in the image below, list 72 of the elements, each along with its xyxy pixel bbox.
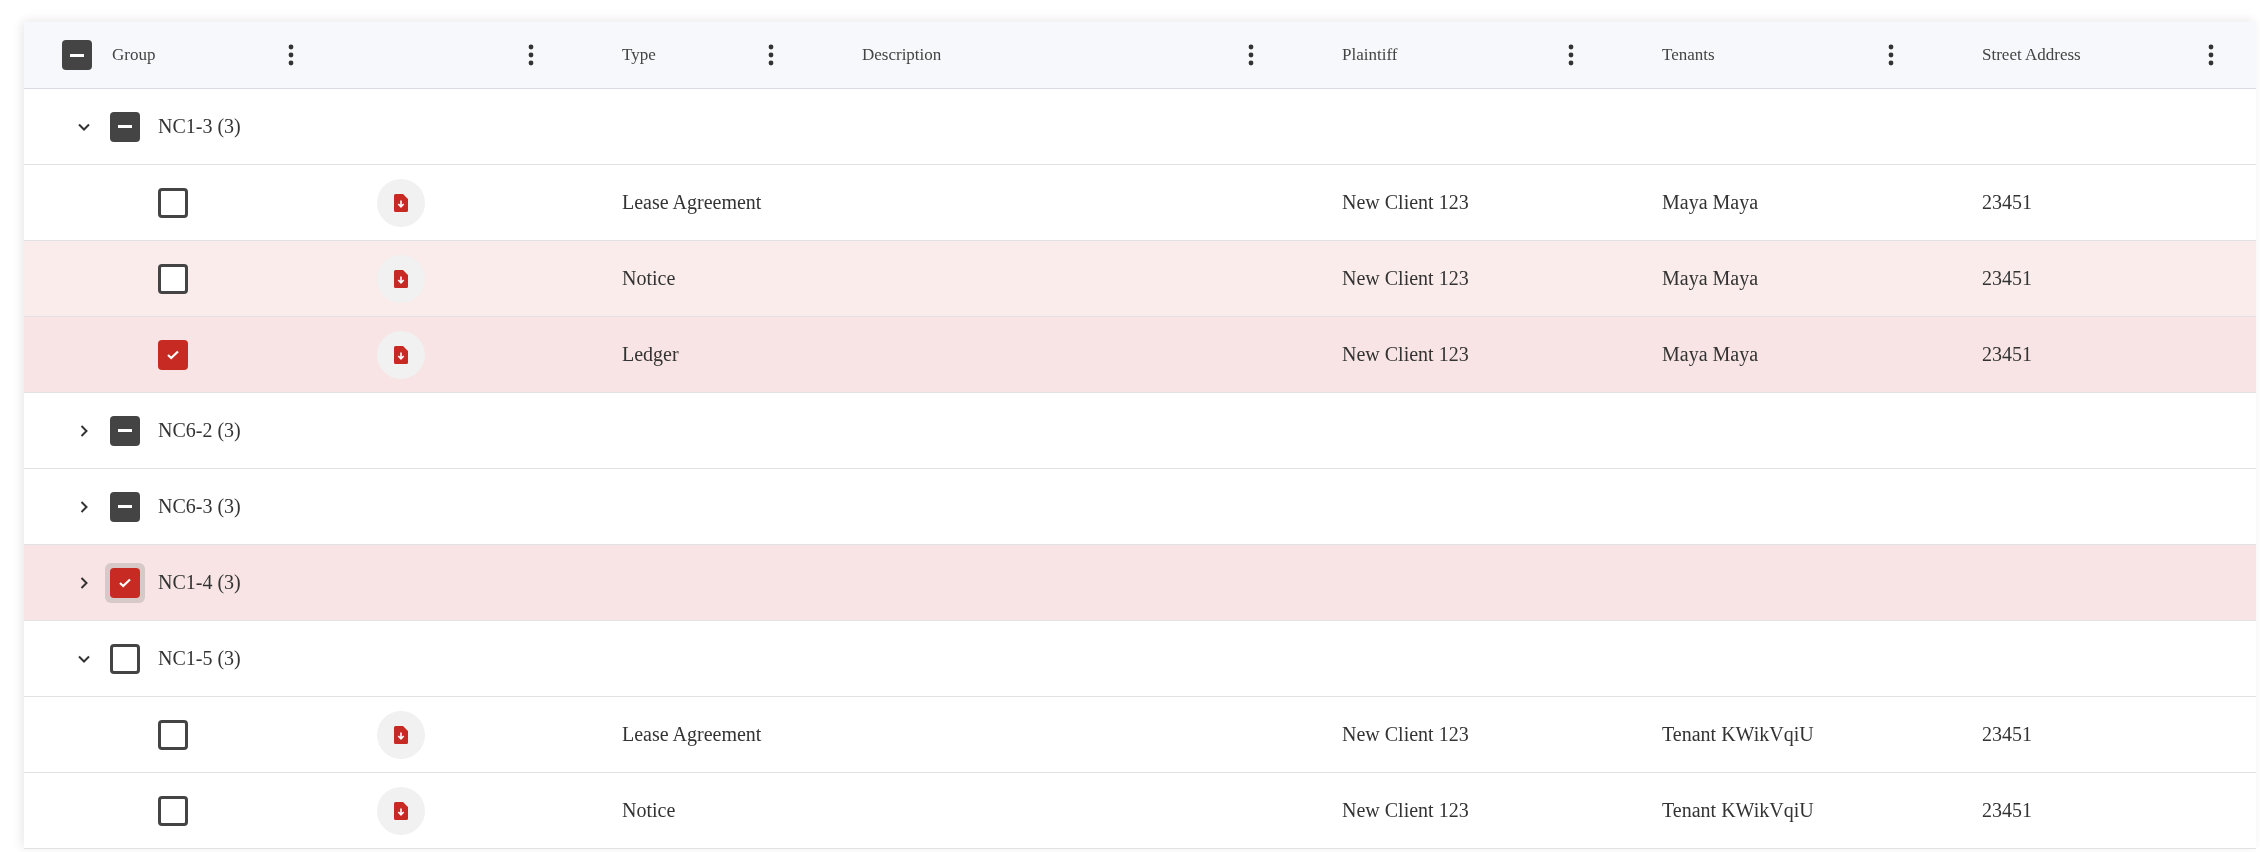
column-menu-icon[interactable] <box>1888 44 1894 66</box>
minus-icon <box>118 125 132 128</box>
group-row[interactable]: NC6-2 (3) <box>24 393 2256 469</box>
minus-icon <box>118 429 132 432</box>
table-row[interactable]: Notice New Client 123 Tenant KWikVqiU 23451 <box>24 773 2256 849</box>
file-download-icon <box>394 801 408 820</box>
checkbox[interactable] <box>158 263 188 294</box>
table-cell: New Client 123 <box>1342 191 1469 214</box>
table-row[interactable]: Lease Agreement New Client 123 Tenant KWikVqiU 23451 <box>24 697 2256 773</box>
table-cell: Maya Maya <box>1662 267 1759 290</box>
checkbox[interactable] <box>158 339 188 370</box>
table-cell: 23451 <box>1982 723 2032 746</box>
table-cell: Notice <box>622 799 676 822</box>
column-header[interactable]: Tenants <box>1662 45 1715 65</box>
column-header[interactable]: Description <box>862 45 942 65</box>
table-row[interactable]: Notice New Client 123 Maya Maya 23451 <box>24 241 2256 317</box>
group-label: NC6-2 (3) <box>158 419 241 442</box>
table-cell: Maya Maya <box>1662 343 1759 366</box>
column-menu-icon[interactable] <box>1568 44 1574 66</box>
group-row[interactable]: NC1-4 (3) <box>24 545 2256 621</box>
checkbox[interactable] <box>158 795 188 826</box>
group-label: NC6-3 (3) <box>158 495 241 518</box>
checkbox[interactable] <box>158 719 188 750</box>
table-cell: 23451 <box>1982 267 2032 290</box>
check-icon <box>119 577 131 588</box>
table-cell: Ledger <box>622 343 679 366</box>
table-cell: 23451 <box>1982 343 2032 366</box>
checkbox[interactable] <box>110 643 140 674</box>
group-label: NC1-5 (3) <box>158 647 241 670</box>
column-header[interactable]: Type <box>622 45 656 65</box>
column-header[interactable]: Group <box>112 45 156 65</box>
table-cell: Lease Agreement <box>622 723 762 746</box>
download-file-button[interactable] <box>377 786 425 835</box>
checkbox[interactable] <box>110 415 140 446</box>
table-cell: New Client 123 <box>1342 343 1469 366</box>
group-label: NC1-4 (3) <box>158 571 241 594</box>
file-download-icon <box>394 345 408 364</box>
column-menu-icon[interactable] <box>528 44 534 66</box>
download-file-button[interactable] <box>377 330 425 379</box>
column-header[interactable]: Street Address <box>1982 45 2081 65</box>
table-cell: New Client 123 <box>1342 267 1469 290</box>
table-cell: New Client 123 <box>1342 723 1469 746</box>
group-row[interactable]: NC1-3 (3) <box>24 89 2256 165</box>
table-cell: Tenant KWikVqiU <box>1662 723 1814 746</box>
table-row[interactable]: Ledger New Client 123 Maya Maya 23451 <box>24 317 2256 393</box>
column-menu-icon[interactable] <box>1248 44 1254 66</box>
minus-icon <box>70 53 84 57</box>
minus-icon <box>118 505 132 508</box>
column-menu-icon[interactable] <box>288 44 294 66</box>
download-file-button[interactable] <box>377 178 425 227</box>
checkbox[interactable] <box>158 187 188 218</box>
column-menu-icon[interactable] <box>2208 44 2214 66</box>
column-menu-icon[interactable] <box>768 44 774 66</box>
download-file-button[interactable] <box>377 254 425 303</box>
table-cell: Tenant KWikVqiU <box>1662 799 1814 822</box>
table-cell: Maya Maya <box>1662 191 1759 214</box>
group-row[interactable]: NC1-5 (3) <box>24 621 2256 697</box>
table-cell: 23451 <box>1982 799 2032 822</box>
group-label: NC1-3 (3) <box>158 115 241 138</box>
table-cell: New Client 123 <box>1342 799 1469 822</box>
table-cell: Lease Agreement <box>622 191 762 214</box>
file-download-icon <box>394 725 408 744</box>
checkbox[interactable] <box>62 40 92 70</box>
column-header[interactable]: Plaintiff <box>1342 45 1398 65</box>
checkbox[interactable] <box>110 111 140 142</box>
file-download-icon <box>394 269 408 288</box>
check-icon <box>167 349 179 360</box>
table-cell: Notice <box>622 267 676 290</box>
file-download-icon <box>394 193 408 212</box>
table-cell: 23451 <box>1982 191 2032 214</box>
download-file-button[interactable] <box>377 710 425 759</box>
checkbox[interactable] <box>110 491 140 522</box>
